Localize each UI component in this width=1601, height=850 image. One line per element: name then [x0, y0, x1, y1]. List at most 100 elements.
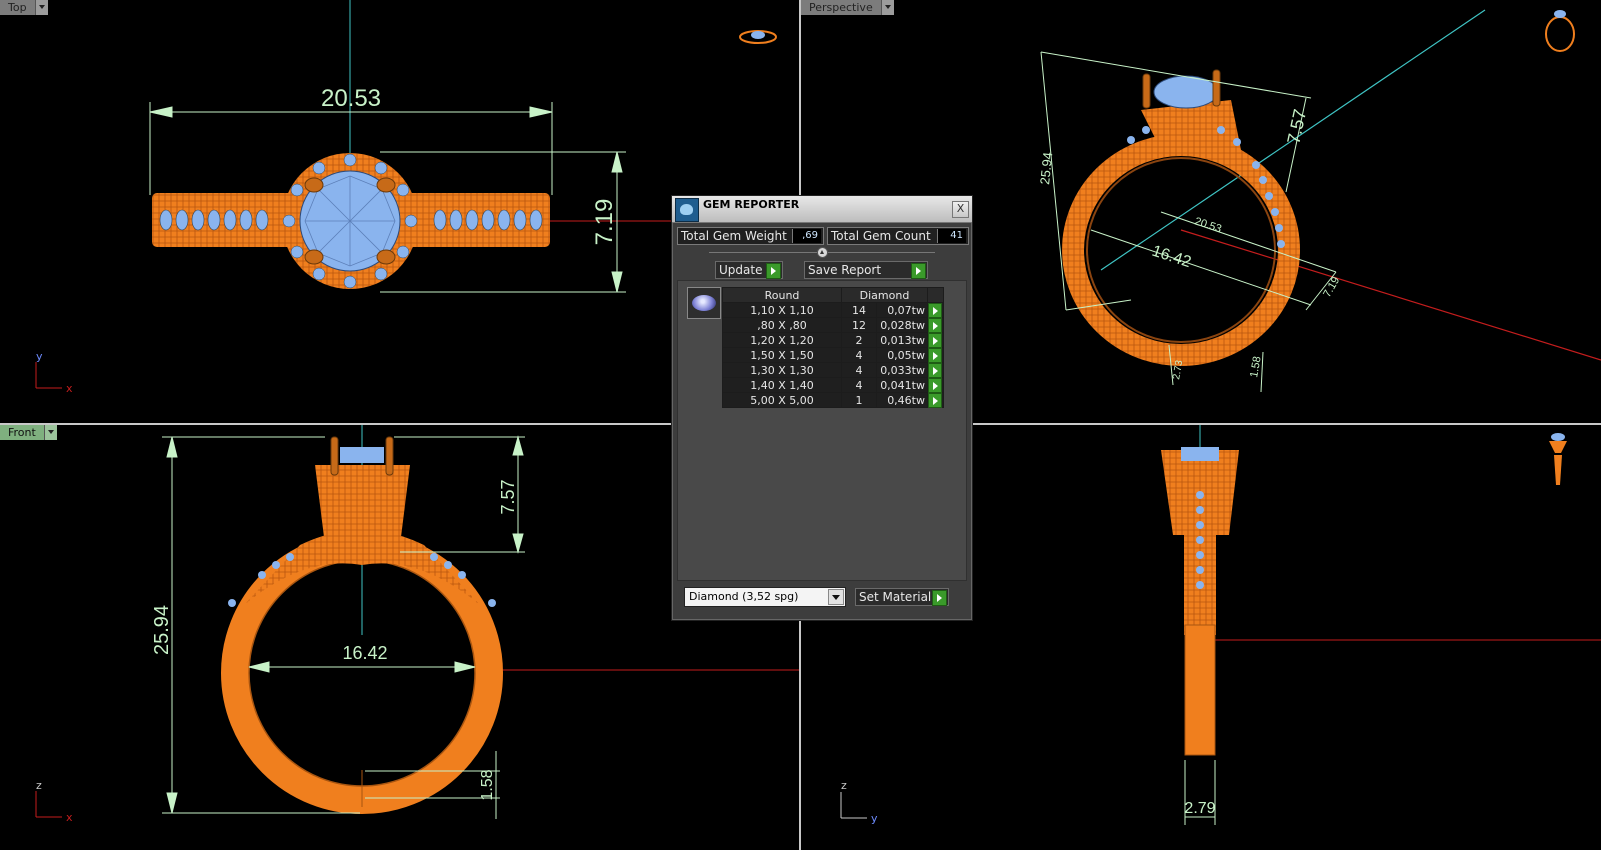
chevron-down-icon[interactable] — [880, 0, 894, 15]
gem-size: ,80 X ,80 — [722, 317, 842, 333]
gem-reporter-panel[interactable]: GEM REPORTER X Total Gem Weight ,69 Tota… — [671, 195, 973, 621]
dim-width-label: 20.53 — [1193, 215, 1223, 235]
play-arrow-icon — [766, 263, 781, 279]
play-arrow-icon — [928, 333, 942, 348]
table-row[interactable]: 5,00 X 5,00 1 0,46tw — [722, 392, 944, 408]
gem-weight: 0,46tw — [876, 392, 928, 408]
gem-size: 1,20 X 1,20 — [722, 332, 842, 348]
gem-size: 1,50 X 1,50 — [722, 347, 842, 363]
axis-y-label: y — [871, 812, 878, 825]
chevron-down-icon[interactable] — [34, 0, 48, 15]
table-row[interactable]: ,80 X ,80 12 0,028tw — [722, 317, 944, 333]
dim-height-label: 25.94 — [1037, 151, 1055, 185]
total-gem-count-value: 41 — [937, 229, 966, 243]
total-gem-weight-box: Total Gem Weight ,69 — [677, 227, 824, 245]
dim-width-label: 20.53 — [321, 85, 381, 112]
column-header-shape: Round — [722, 287, 842, 303]
viewport-label: Front — [0, 425, 44, 440]
set-material-button[interactable]: Set Material — [855, 588, 949, 606]
gem-weight: 0,028tw — [876, 317, 928, 333]
dim-top-label: 7.57 — [1283, 107, 1310, 145]
gem-count: 4 — [841, 362, 877, 378]
round-gem-icon — [687, 287, 721, 319]
shank-lower — [1184, 624, 1216, 756]
gem-list-area[interactable]: Round Diamond 1,10 X 1,10 14 0,07tw ,80 … — [677, 280, 967, 581]
viewport-tab-perspective[interactable]: Perspective — [801, 0, 894, 15]
right-preview-icon — [1549, 433, 1567, 485]
save-report-button-label: Save Report — [808, 263, 882, 277]
center-stone — [1181, 447, 1219, 461]
gem-size: 1,10 X 1,10 — [722, 302, 842, 318]
gem-count: 12 — [841, 317, 877, 333]
gem-weight: 0,033tw — [876, 362, 928, 378]
gem-count: 4 — [841, 377, 877, 393]
update-button-label: Update — [719, 263, 763, 277]
gem-table: Round Diamond 1,10 X 1,10 14 0,07tw ,80 … — [722, 287, 944, 408]
save-report-button[interactable]: Save Report — [804, 261, 928, 279]
collapse-toggle-icon[interactable] — [817, 247, 828, 258]
column-header-action — [927, 287, 944, 303]
axis-x-label: x — [66, 382, 73, 395]
table-row[interactable]: 1,30 X 1,30 4 0,033tw — [722, 362, 944, 378]
dim-inner-label: 16.42 — [342, 643, 387, 663]
gem-count: 14 — [841, 302, 877, 318]
gem-weight: 0,013tw — [876, 332, 928, 348]
row-select-button[interactable] — [927, 347, 944, 363]
gem-reporter-title-bar[interactable]: GEM REPORTER X — [672, 196, 972, 223]
material-select[interactable]: Diamond (3,52 spg) — [684, 587, 846, 607]
perspective-preview-icon — [1545, 10, 1575, 52]
axis-x-label: x — [66, 811, 73, 824]
play-arrow-icon — [928, 348, 942, 363]
axis-y-label: y — [36, 350, 43, 363]
viewport-label: Perspective — [801, 0, 881, 15]
row-select-button[interactable] — [927, 362, 944, 378]
dim-base-label: 1.58 — [479, 769, 496, 800]
axis-gizmo-top — [35, 362, 62, 389]
play-arrow-icon — [928, 378, 942, 393]
row-select-button[interactable] — [927, 392, 944, 408]
viewport-tab-front[interactable]: Front — [0, 425, 57, 440]
dim-inner-label: 16.42 — [1150, 243, 1193, 272]
viewport-tab-top[interactable]: Top — [0, 0, 48, 15]
total-gem-count-label: Total Gem Count — [831, 229, 931, 243]
chevron-down-icon[interactable] — [828, 589, 844, 605]
table-row[interactable]: 1,40 X 1,40 4 0,041tw — [722, 377, 944, 393]
dim-shank-label: 2.73 — [1171, 359, 1185, 381]
update-button[interactable]: Update — [715, 261, 783, 279]
row-select-button[interactable] — [927, 377, 944, 393]
close-button[interactable]: X — [952, 201, 969, 218]
viewport-label: Top — [0, 0, 35, 15]
gem-count: 2 — [841, 332, 877, 348]
ring-shank — [1062, 134, 1300, 366]
play-arrow-icon — [932, 590, 947, 606]
play-arrow-icon — [911, 263, 926, 279]
table-row[interactable]: 1,20 X 1,20 2 0,013tw — [722, 332, 944, 348]
axis-gizmo-front — [35, 791, 62, 818]
total-gem-count-box: Total Gem Count 41 — [827, 227, 969, 245]
table-row[interactable]: 1,50 X 1,50 4 0,05tw — [722, 347, 944, 363]
table-row[interactable]: 1,10 X 1,10 14 0,07tw — [722, 302, 944, 318]
total-gem-weight-label: Total Gem Weight — [681, 229, 787, 243]
chevron-down-icon[interactable] — [43, 425, 57, 440]
row-select-button[interactable] — [927, 317, 944, 333]
gem-size: 1,30 X 1,30 — [722, 362, 842, 378]
dim-height-label: 7.19 — [591, 199, 618, 246]
play-arrow-icon — [928, 363, 942, 378]
row-select-button[interactable] — [927, 332, 944, 348]
gem-size: 1,40 X 1,40 — [722, 377, 842, 393]
row-select-button[interactable] — [927, 302, 944, 318]
dim-width-label: 2.79 — [1184, 800, 1215, 817]
dim-top-label: 7.57 — [498, 479, 518, 514]
dim-height-label: 25.94 — [151, 605, 173, 655]
play-arrow-icon — [928, 318, 942, 333]
column-header-material: Diamond — [841, 287, 928, 303]
gem-reporter-title: GEM REPORTER — [703, 198, 800, 211]
set-material-button-label: Set Material — [859, 590, 932, 604]
axis-z-label: z — [841, 779, 847, 792]
play-arrow-icon — [928, 393, 942, 408]
gem-count: 1 — [841, 392, 877, 408]
top-preview-icon — [739, 30, 777, 44]
gem-weight: 0,041tw — [876, 377, 928, 393]
axis-z-label: z — [36, 779, 42, 792]
dim-base-label: 1.58 — [1248, 355, 1264, 378]
